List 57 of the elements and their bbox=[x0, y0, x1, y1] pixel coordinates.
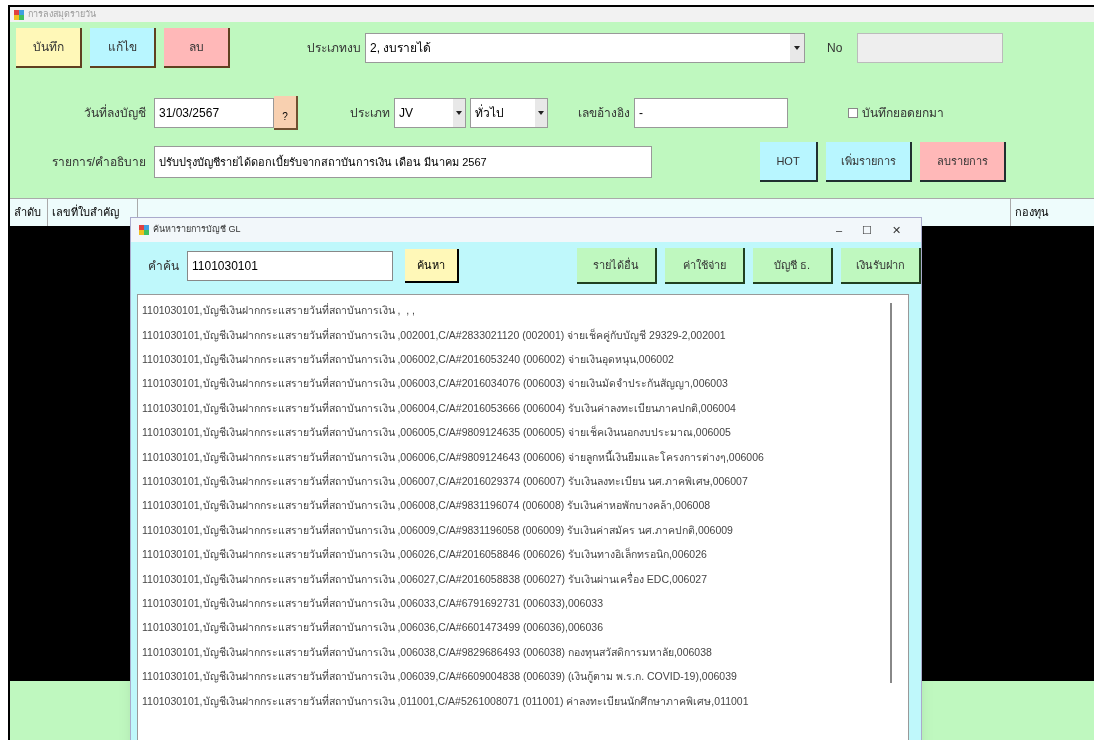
description-field[interactable]: ปรับปรุงบัญชีรายได้ดอกเบี้ยรับจากสถาบันการเงิน เดือน มีนาคม 2567 bbox=[154, 146, 652, 178]
checkbox[interactable] bbox=[848, 108, 858, 118]
search-field[interactable]: 1101030101 bbox=[187, 251, 393, 281]
result-item[interactable]: 1101030101,บัญชีเงินฝากกระแสรายวันที่สถาบันการเงิน ,006036,C/A#6601473499 (006036),006036 bbox=[138, 616, 908, 641]
action-button[interactable]: เพิ่มรายการ bbox=[826, 142, 912, 182]
toolbar-button[interactable]: แก้ไข bbox=[90, 28, 156, 68]
voucher-type-dropdown[interactable]: JV bbox=[394, 98, 466, 128]
result-item[interactable]: 1101030101,บัญชีเงินฝากกระแสรายวันที่สถาบันการเงิน ,006008,C/A#9831196074 (006008) รับเงินค่าหอพักบางคล้า,006008 bbox=[138, 494, 908, 519]
scrollbar[interactable] bbox=[890, 303, 892, 683]
number-field[interactable] bbox=[857, 33, 1003, 63]
result-item[interactable]: 1101030101,บัญชีเงินฝากกระแสรายวันที่สถาบันการเงิน ,006033,C/A#6791692731 (006033),006033 bbox=[138, 591, 908, 617]
filter-button[interactable]: บัญชี ธ. bbox=[753, 248, 833, 284]
search-button[interactable]: ค้นหา bbox=[405, 249, 459, 283]
filter-button[interactable]: เงินรับฝาก bbox=[841, 248, 921, 284]
dialog-title: ค้นหารายการบัญชี GL bbox=[153, 223, 241, 237]
field-label: ประเภท bbox=[349, 105, 391, 122]
field-label: รายการ/คำอธิบาย bbox=[50, 154, 147, 171]
date-field[interactable]: 31/03/2567 bbox=[154, 98, 274, 128]
result-item[interactable]: 1101030101,บัญชีเงินฝากกระแสรายวันที่สถาบันการเงิน ,006007,C/A#2016029374 (006007) รับเงินลงทะเบียน นศ.ภาคพิเศษ,006007 bbox=[138, 469, 908, 495]
close-button[interactable]: ✕ bbox=[892, 224, 901, 236]
filter-button[interactable]: รายได้อื่น bbox=[577, 248, 657, 284]
result-item[interactable]: 1101030101,บัญชีเงินฝากกระแสรายวันที่สถาบันการเงิน ,006039,C/A#6609004838 (006039) (เงินกู้ตาม พ.ร.ก. COVID-19),006039 bbox=[138, 664, 908, 690]
filter-button[interactable]: ค่าใช้จ่าย bbox=[665, 248, 745, 284]
field-label: คำค้น bbox=[147, 258, 180, 275]
dropdown-arrow-icon bbox=[794, 46, 800, 50]
result-item[interactable]: 1101030101,บัญชีเงินฝากกระแสรายวันที่สถาบันการเงิน ,006003,C/A#2016034076 (006003) จ่ายเงินมัดจำประกันสัญญา,006003 bbox=[138, 372, 908, 397]
field-label: เลขอ้างอิง bbox=[577, 105, 631, 122]
action-button[interactable]: HOT bbox=[760, 142, 818, 182]
dropdown-arrow-icon bbox=[456, 111, 462, 115]
reference-field[interactable]: - bbox=[634, 98, 788, 128]
result-item[interactable]: 1101030101,บัญชีเงินฝากกระแสรายวันที่สถาบันการเงิน ,002001,C/A#2833021120 (002001) จ่ายเช็คคู่กับบัญชี 29329-2,002001 bbox=[138, 323, 908, 348]
toolbar-button[interactable]: ลบ bbox=[164, 28, 230, 68]
result-item[interactable]: 1101030101,บัญชีเงินฝากกระแสรายวันที่สถาบันการเงิน ,006002,C/A#2016053240 (006002) จ่ายเงินอุดหนุน,006002 bbox=[138, 347, 908, 373]
toolbar-button[interactable]: บันทึก bbox=[16, 28, 82, 68]
result-item[interactable]: 1101030101,บัญชีเงินฝากกระแสรายวันที่สถาบันการเงิน ,006006,C/A#9809124643 (006006) จ่ายลูกหนี้เงินยืมและโครงการต่างๆ,006006 bbox=[138, 445, 908, 470]
budget-type-dropdown[interactable]: 2, งบรายได้ bbox=[365, 33, 805, 63]
result-item[interactable]: 1101030101,บัญชีเงินฝากกระแสรายวันที่สถาบันการเงิน , , , bbox=[138, 299, 908, 324]
date-picker-button[interactable]: ? bbox=[274, 96, 298, 130]
minimize-button[interactable]: – bbox=[835, 224, 842, 236]
result-item[interactable]: 1101030101,บัญชีเงินฝากกระแสรายวันที่สถาบันการเงิน ,006005,C/A#9809124635 (006005) จ่ายเช็คเงินนอกงบประมาณ,006005 bbox=[138, 420, 908, 446]
field-label: วันที่ลงบัญชี bbox=[83, 104, 147, 122]
result-item[interactable]: 1101030101,บัญชีเงินฝากกระแสรายวันที่สถาบันการเงิน ,006009,C/A#9831196058 (006009) รับเงินค่าสมัคร นศ.ภาคปกติ,006009 bbox=[138, 518, 908, 543]
maximize-button[interactable]: ☐ bbox=[862, 224, 872, 236]
result-item[interactable]: 1101030101,บัญชีเงินฝากกระแสรายวันที่สถาบันการเงิน ,006026,C/A#2016058846 (006026) รับเงินทางอิเล็กทรอนิก,006026 bbox=[138, 542, 908, 568]
result-item[interactable]: 1101030101,บัญชีเงินฝากกระแสรายวันที่สถาบันการเงิน ,011001,C/A#5261008071 (011001) ค่าลงทะเบียนนักศึกษาภาคพิเศษ,011001 bbox=[138, 689, 908, 714]
action-button[interactable]: ลบรายการ bbox=[920, 142, 1006, 182]
app-icon bbox=[139, 225, 149, 235]
result-item[interactable]: 1101030101,บัญชีเงินฝากกระแสรายวันที่สถาบันการเงิน ,006027,C/A#2016058838 (006027) รับเงินผ่านเครื่อง EDC,006027 bbox=[138, 567, 908, 592]
checkbox-label: บันทึกยอดยกมา bbox=[862, 105, 944, 122]
subtype-dropdown[interactable]: ทั่วไป bbox=[470, 98, 548, 128]
app-icon bbox=[14, 9, 24, 20]
window-title: การลงสมุดรายวัน bbox=[28, 7, 96, 22]
result-item[interactable]: 1101030101,บัญชีเงินฝากกระแสรายวันที่สถาบันการเงิน ,006004,C/A#2016053666 (006004) รับเงินค่าลงทะเบียนภาคปกติ,006004 bbox=[138, 396, 908, 421]
dropdown-arrow-icon bbox=[538, 111, 544, 115]
field-label: No bbox=[827, 40, 844, 57]
field-label: ประเภทงบ bbox=[306, 40, 362, 57]
result-item[interactable]: 1101030101,บัญชีเงินฝากกระแสรายวันที่สถาบันการเงิน ,006038,C/A#9829686493 (006038) กองทุนสวัสดิการมหาลัย,006038 bbox=[138, 640, 908, 665]
